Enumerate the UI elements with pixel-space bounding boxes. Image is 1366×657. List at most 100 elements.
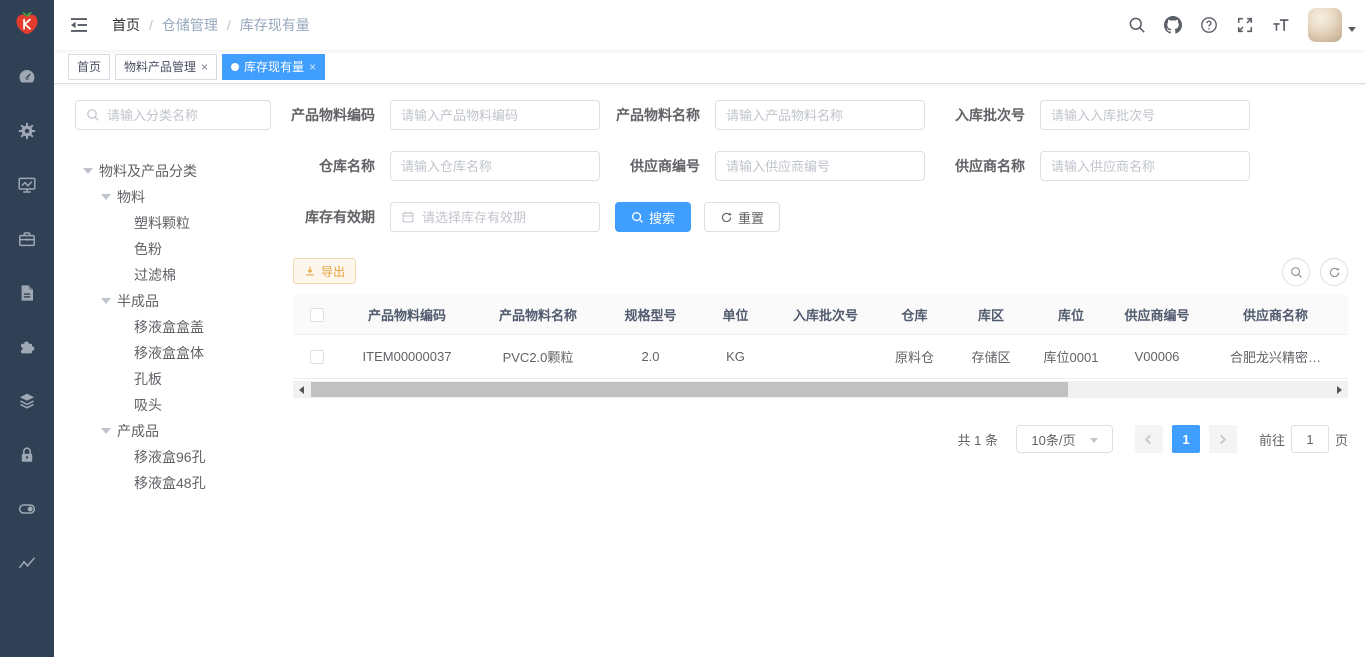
scroll-left-arrow[interactable]	[293, 381, 310, 398]
font-size-icon[interactable]	[1272, 16, 1290, 34]
chevron-down-icon	[1090, 438, 1098, 443]
sidebar-icon-monitor[interactable]	[0, 174, 54, 196]
tree-node-tip[interactable]: 吸头	[75, 392, 285, 418]
caret-down-icon[interactable]	[101, 428, 111, 434]
app-logo[interactable]	[0, 0, 54, 50]
scroll-right-arrow[interactable]	[1331, 381, 1348, 398]
user-avatar[interactable]	[1308, 8, 1342, 42]
tree-node-well-plate[interactable]: 孔板	[75, 366, 285, 392]
product-name-input[interactable]	[715, 100, 925, 130]
sidebar-icon-settings[interactable]	[0, 120, 54, 142]
export-button[interactable]: 导出	[293, 258, 356, 284]
stock-expiry-date-picker[interactable]	[390, 202, 600, 232]
goto-label: 前往	[1259, 430, 1285, 449]
download-icon	[304, 265, 316, 277]
sidebar-icon-toggle[interactable]	[0, 498, 54, 520]
product-code-input[interactable]	[390, 100, 600, 130]
row-checkbox[interactable]	[310, 350, 324, 364]
tab-material-product[interactable]: 物料产品管理 ×	[115, 54, 217, 80]
tree-node-material[interactable]: 物料	[75, 184, 285, 210]
field-label: 供应商名称	[940, 156, 1025, 176]
tree-node-root[interactable]: 物料及产品分类	[75, 158, 285, 184]
tree-node-label: 移液盒48孔	[134, 473, 206, 493]
tree-node-label: 移液盒盒体	[134, 343, 204, 363]
horizontal-scrollbar[interactable]	[293, 381, 1348, 398]
caret-down-icon[interactable]	[101, 298, 111, 304]
reset-button-label: 重置	[738, 208, 764, 227]
page-size-select[interactable]: 10条/页	[1016, 425, 1113, 453]
tree-node-box-48[interactable]: 移液盒48孔	[75, 470, 285, 496]
tab-stock-on-hand[interactable]: 库存现有量 ×	[222, 54, 325, 80]
field-label: 产品物料名称	[615, 105, 700, 125]
tree-node-filter-cotton[interactable]: 过滤棉	[75, 262, 285, 288]
tree-node-box-body[interactable]: 移液盒盒体	[75, 340, 285, 366]
tree-node-box-96[interactable]: 移液盒96孔	[75, 444, 285, 470]
tree-node-label: 物料	[117, 187, 145, 207]
navbar-actions	[1128, 8, 1366, 42]
stock-expiry-date-input[interactable]	[422, 210, 589, 225]
fullscreen-icon[interactable]	[1236, 16, 1254, 34]
column-header: 产品物料编码	[341, 295, 473, 334]
sidebar-menu	[0, 66, 54, 574]
tree-node-semi-finished[interactable]: 半成品	[75, 288, 285, 314]
caret-down-icon[interactable]	[101, 194, 111, 200]
tab-close-icon[interactable]: ×	[201, 61, 208, 73]
pagination: 共 1 条 10条/页 1 前往 页	[958, 425, 1349, 453]
search-icon	[86, 108, 100, 122]
user-menu[interactable]	[1308, 8, 1356, 42]
next-page-button[interactable]	[1209, 425, 1237, 453]
tree-node-label: 半成品	[117, 291, 159, 311]
select-all-checkbox[interactable]	[310, 308, 324, 322]
cell-supplier-name: 合肥龙兴精密…	[1203, 335, 1348, 378]
tab-home[interactable]: 首页	[68, 54, 110, 80]
sidebar-icon-toolbox[interactable]	[0, 228, 54, 250]
category-search-input[interactable]	[107, 108, 260, 123]
tree-node-finished[interactable]: 产成品	[75, 418, 285, 444]
warehouse-name-input[interactable]	[390, 151, 600, 181]
hamburger-icon[interactable]	[54, 0, 104, 50]
reset-button[interactable]: 重置	[704, 202, 780, 232]
tab-close-icon[interactable]: ×	[309, 61, 316, 73]
inbound-batch-input[interactable]	[1040, 100, 1250, 130]
prev-page-button[interactable]	[1135, 425, 1163, 453]
github-icon[interactable]	[1164, 16, 1182, 34]
sidebar-icon-layers[interactable]	[0, 390, 54, 412]
supplier-name-input[interactable]	[1040, 151, 1250, 181]
breadcrumb: 首页 / 仓储管理 / 库存现有量	[112, 15, 310, 35]
supplier-code-input[interactable]	[715, 151, 925, 181]
breadcrumb-warehouse[interactable]: 仓储管理	[162, 15, 218, 35]
cell-product-code: ITEM00000037	[341, 335, 473, 378]
column-header: 仓库	[878, 295, 951, 334]
table-row[interactable]: ITEM00000037 PVC2.0颗粒 2.0 KG 原料仓 存储区 库位0…	[293, 335, 1348, 379]
tree-node-box-lid[interactable]: 移液盒盒盖	[75, 314, 285, 340]
sidebar-icon-lock[interactable]	[0, 444, 54, 466]
help-icon[interactable]	[1200, 16, 1218, 34]
breadcrumb-home[interactable]: 首页	[112, 15, 140, 35]
tree-node-label: 塑料颗粒	[134, 213, 190, 233]
tree-node-plastic-pellet[interactable]: 塑料颗粒	[75, 210, 285, 236]
table-header-row: 产品物料编码 产品物料名称 规格型号 单位 入库批次号 仓库 库区 库位 供应商…	[293, 295, 1348, 335]
sidebar-icon-dashboard[interactable]	[0, 66, 54, 88]
search-icon	[631, 211, 644, 224]
sidebar-icon-chart[interactable]	[0, 552, 54, 574]
tree-node-color-powder[interactable]: 色粉	[75, 236, 285, 262]
sidebar-icon-plugin[interactable]	[0, 336, 54, 358]
sidebar-icon-document[interactable]	[0, 282, 54, 304]
tab-label: 库存现有量	[244, 58, 304, 75]
search-icon[interactable]	[1128, 16, 1146, 34]
show-search-toggle-button[interactable]	[1282, 258, 1310, 286]
page-number-button[interactable]: 1	[1172, 425, 1200, 453]
column-header: 单位	[698, 295, 773, 334]
tree-node-label: 过滤棉	[134, 265, 176, 285]
page-size-value: 10条/页	[1031, 430, 1075, 449]
chevron-right-icon	[1217, 434, 1228, 445]
tree-node-label: 吸头	[134, 395, 162, 415]
search-button[interactable]: 搜索	[615, 202, 691, 232]
goto-page-input[interactable]	[1291, 425, 1329, 453]
refresh-table-button[interactable]	[1320, 258, 1348, 286]
tree-node-label: 色粉	[134, 239, 162, 259]
scrollbar-thumb[interactable]	[311, 382, 1068, 397]
caret-down-icon[interactable]	[83, 168, 93, 174]
filter-form: 产品物料编码 产品物料名称 入库批次号 仓库名称 供应商编号 供应商名称 库存有…	[290, 100, 1250, 232]
column-header: 产品物料名称	[473, 295, 603, 334]
